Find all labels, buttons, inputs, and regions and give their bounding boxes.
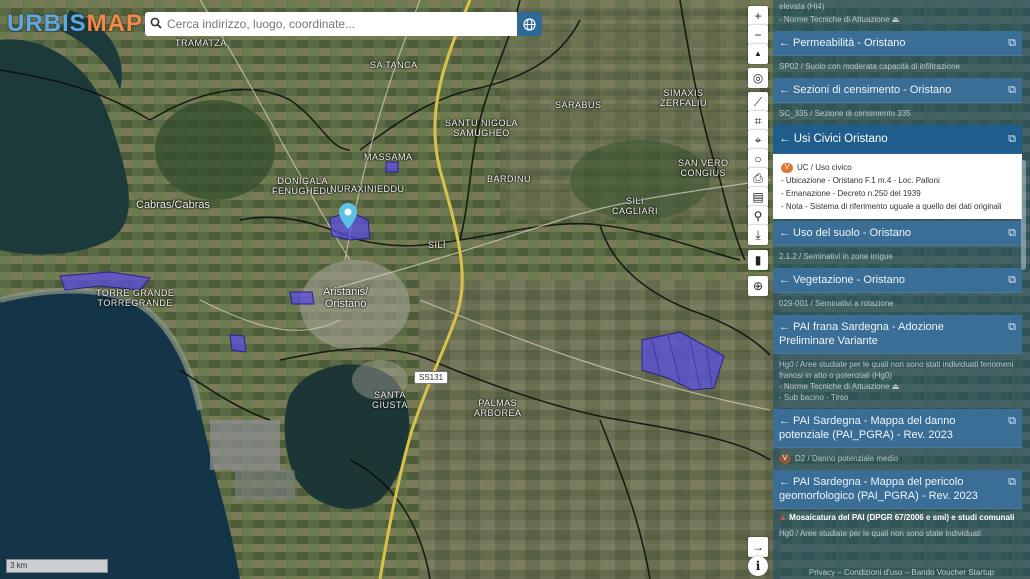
search-icon xyxy=(145,17,167,32)
section-header-vegetazione[interactable]: ← Vegetazione - Oristano ⧉ xyxy=(773,268,1022,293)
external-link-icon[interactable]: ⧉ xyxy=(1002,320,1016,334)
map-scale-bar: 3 km xyxy=(6,559,108,573)
map-label-cabras: Cabras/Cabras xyxy=(136,199,210,211)
warning-note: ▲ Mosaicatura del PAI (DPGR 67/2006 e sm… xyxy=(779,513,1015,522)
map-label-massama: MASSAMA xyxy=(364,152,413,162)
section-uso-suolo: ← Uso del suolo - Oristano ⧉ 2.1.2 / Semi… xyxy=(773,221,1022,268)
panel-scrollbar[interactable] xyxy=(1021,160,1026,270)
detail-row-nota: - Nota - Sistema di riferimento uguale a… xyxy=(781,202,1002,211)
external-link-icon[interactable]: ⧉ xyxy=(1002,475,1016,489)
map-label-sa-tanca: SA TANCA xyxy=(370,60,418,70)
section-header-pai-pericolo[interactable]: ← PAI Sardegna - Mappa del pericolo geom… xyxy=(773,470,1022,509)
collapse-panel-icon[interactable]: → xyxy=(748,537,768,557)
map-label-oristano: Aristanis/ Oristano xyxy=(323,286,369,310)
search-input[interactable] xyxy=(167,17,507,31)
section-body-usi-civici: V UC / Uso civico - Ubicazione - Oristano… xyxy=(773,154,1022,219)
map-label-sili: SILÌ xyxy=(428,240,447,250)
section-usi-civici: ← Usi Civici Oristano ⧉ V UC / Uso civico … xyxy=(773,125,1022,219)
detail-row-ubicazione: - Ubicazione - Oristano F.1 m.4 - Loc. P… xyxy=(781,176,940,185)
location-pin-icon[interactable] xyxy=(339,203,357,229)
map-label-sarabus: SARABUS xyxy=(555,100,602,110)
panel-top-text: elevata (Hi4) xyxy=(779,2,825,11)
info-panel[interactable]: elevata (Hi4) - Norme Tecniche di Attuaz… xyxy=(773,0,1030,579)
logo-part-map: MAP xyxy=(86,10,144,37)
brown-badge: V xyxy=(779,453,791,464)
globe-icon xyxy=(523,17,536,31)
language-icon[interactable]: ⊕ xyxy=(748,276,768,296)
map-label-tramatza: TRAMATZA xyxy=(175,38,227,48)
zoom-in-button[interactable]: + xyxy=(748,6,768,26)
external-link-icon[interactable]: ⧉ xyxy=(1002,132,1016,146)
external-link-icon[interactable]: ⧉ xyxy=(1002,414,1016,428)
section-header-permeabilita[interactable]: ← Permeabilità - Oristano ⧉ xyxy=(773,31,1022,56)
section-body-vegetazione: 029-001 / Seminativi a rotazione xyxy=(779,299,894,308)
external-link-icon[interactable]: ⧉ xyxy=(1002,273,1016,287)
section-permeabilita: ← Permeabilità - Oristano ⧉ SP02 / Suolo … xyxy=(773,31,1022,78)
marker-icon[interactable]: ⌖ xyxy=(748,130,768,150)
norme-link[interactable]: - Norme Tecniche di Attuazione ⏏ xyxy=(779,381,1016,392)
map-label-san-vero: SAN VERO CONGIUS xyxy=(678,158,729,178)
section-body-censimento: SC_335 / Sezione di censimento 335 xyxy=(779,109,911,118)
document-icon: ⏏ xyxy=(891,382,900,391)
map-label-sili-cagliari: SILI CAGLIARI xyxy=(612,196,659,216)
search-bar xyxy=(145,12,517,36)
map-app: TRAMATZA SA TANCA MASSAMA DONIGALA FENUG… xyxy=(0,0,1030,579)
map-label-nuraxinieddu: NURAXINIEDDU xyxy=(330,184,405,194)
urbismap-logo[interactable]: URBISMAP xyxy=(7,10,143,38)
north-arrow-icon[interactable]: ▲ xyxy=(748,44,768,64)
section-body-uso-suolo: 2.1.2 / Seminativi in zone irrigue xyxy=(779,252,893,261)
section-vegetazione: ← Vegetazione - Oristano ⧉ 029-001 / Semi… xyxy=(773,268,1022,315)
section-censimento: ← Sezioni di censimento - Oristano ⧉ SC_3… xyxy=(773,78,1022,125)
footer-links[interactable]: Privacy – Condizioni d'uso – Bando Vouch… xyxy=(773,568,1030,577)
external-link-icon[interactable]: ⧉ xyxy=(1002,226,1016,240)
panel-top-note[interactable]: - Norme Tecniche di Attuazione ⏏ xyxy=(773,14,1030,31)
map-label-donigala: DONIGALA FENUGHEDU xyxy=(272,176,334,196)
section-header-pai-danno[interactable]: ← PAI Sardegna - Mappa del danno potenzi… xyxy=(773,409,1022,448)
orange-badge: V xyxy=(781,162,793,173)
logo-part-urbis: URBIS xyxy=(7,10,87,37)
section-header-uso-suolo[interactable]: ← Uso del suolo - Oristano ⧉ xyxy=(773,221,1022,246)
document-icon: ⏏ xyxy=(891,15,900,24)
map-label-santu-nigola: SANTU NIGOLA SAMUGHEO xyxy=(445,118,519,138)
info-icon[interactable]: i xyxy=(748,556,768,576)
section-header-pai-frana[interactable]: ← PAI frana Sardegna - Adozione Prelimin… xyxy=(773,315,1022,354)
map-label-bardinu: BARDINU xyxy=(487,174,532,184)
pin-icon[interactable]: ⚲ xyxy=(748,206,768,226)
section-pai-danno: ← PAI Sardegna - Mappa del danno potenzi… xyxy=(773,409,1022,470)
detail-row-emanazione: - Emanazione - Decreto n.250 del 1939 xyxy=(781,189,921,198)
section-pai-pericolo: ← PAI Sardegna - Mappa del pericolo geom… xyxy=(773,470,1022,509)
external-link-icon[interactable]: ⧉ xyxy=(1002,36,1016,50)
globe-search-button[interactable] xyxy=(517,12,542,36)
download-icon[interactable]: ⤓ xyxy=(748,225,768,245)
panel-bottom-text: Hg0 / Aree studiate per le quali non son… xyxy=(779,529,981,538)
bookmark-icon[interactable]: ▮ xyxy=(748,250,768,270)
section-header-censimento[interactable]: ← Sezioni di censimento - Oristano ⧉ xyxy=(773,78,1022,103)
road-badge-ss131: SS131 xyxy=(414,371,449,384)
uso-civico-title: UC / Uso civico xyxy=(797,163,852,172)
zoom-out-button[interactable]: − xyxy=(748,25,768,45)
layers-icon[interactable]: ▤ xyxy=(748,187,768,207)
map-label-torre-grande: TORRE GRANDE TORREGRANDE xyxy=(96,288,175,308)
warning-icon: ▲ xyxy=(779,513,787,522)
external-link-icon[interactable]: ⧉ xyxy=(1002,83,1016,97)
section-body-permeabilita: SP02 / Suolo con moderata capacità di in… xyxy=(779,62,960,71)
map-label-santa-giusta: SANTA GIUSTA xyxy=(372,390,408,410)
map-label-palmas: PALMAS ARBOREA xyxy=(474,398,522,418)
circle-draw-icon[interactable]: ○ xyxy=(748,149,768,169)
map-label-simaxis: SIMAXIS ZERFALIU xyxy=(660,88,708,108)
print-icon[interactable]: ⎙ xyxy=(748,168,768,188)
section-body-pai-danno: V D2 / Danno potenziale medio xyxy=(773,448,1022,470)
section-body-pai-frana: Hg0 / Aree studiate per le quali non son… xyxy=(773,354,1022,409)
section-header-usi-civici[interactable]: ← Usi Civici Oristano ⧉ xyxy=(773,125,1022,154)
area-measure-icon[interactable]: ⌗ xyxy=(748,111,768,131)
locate-icon[interactable]: ◎ xyxy=(748,68,768,88)
ruler-icon[interactable]: ⟋ xyxy=(748,92,768,112)
section-pai-frana: ← PAI frana Sardegna - Adozione Prelimin… xyxy=(773,315,1022,409)
